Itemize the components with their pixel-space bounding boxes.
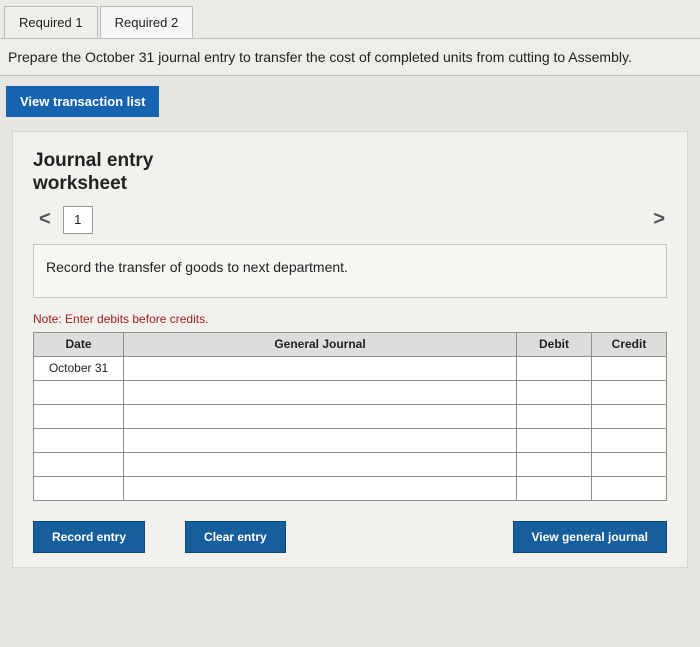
cell-credit[interactable]: [592, 452, 667, 476]
entry-nav: < 1 >: [33, 206, 667, 234]
table-row: [34, 380, 667, 404]
header-date: Date: [34, 332, 124, 356]
instruction-text: Prepare the October 31 journal entry to …: [0, 38, 700, 76]
clear-entry-button[interactable]: Clear entry: [185, 521, 286, 553]
cell-general-journal[interactable]: [124, 380, 517, 404]
cell-debit[interactable]: [517, 428, 592, 452]
cell-date[interactable]: [34, 452, 124, 476]
table-row: [34, 404, 667, 428]
table-header-row: Date General Journal Debit Credit: [34, 332, 667, 356]
cell-date[interactable]: [34, 404, 124, 428]
cell-credit[interactable]: [592, 428, 667, 452]
table-row: [34, 428, 667, 452]
cell-debit[interactable]: [517, 380, 592, 404]
cell-credit[interactable]: [592, 356, 667, 380]
cell-debit[interactable]: [517, 476, 592, 500]
table-row: October 31: [34, 356, 667, 380]
tab-required-1[interactable]: Required 1: [4, 6, 98, 38]
view-general-journal-button[interactable]: View general journal: [513, 521, 667, 553]
tab-bar: Required 1 Required 2: [0, 0, 700, 38]
chevron-left-icon[interactable]: <: [33, 208, 57, 231]
table-row: [34, 476, 667, 500]
cell-general-journal[interactable]: [124, 404, 517, 428]
header-debit: Debit: [517, 332, 592, 356]
worksheet-title: Journal entry worksheet: [33, 150, 667, 196]
table-row: [34, 452, 667, 476]
tab-required-2[interactable]: Required 2: [100, 6, 194, 38]
worksheet-title-line2: worksheet: [33, 173, 127, 194]
cell-credit[interactable]: [592, 380, 667, 404]
record-entry-button[interactable]: Record entry: [33, 521, 145, 553]
entry-description: Record the transfer of goods to next dep…: [33, 244, 667, 298]
worksheet-title-line1: Journal entry: [33, 150, 153, 171]
cell-date[interactable]: [34, 380, 124, 404]
chevron-right-icon[interactable]: >: [647, 208, 671, 231]
cell-general-journal[interactable]: [124, 356, 517, 380]
journal-worksheet-panel: Journal entry worksheet < 1 > Record the…: [12, 131, 688, 568]
view-transaction-list-button[interactable]: View transaction list: [6, 86, 159, 117]
debits-before-credits-note: Note: Enter debits before credits.: [33, 312, 667, 326]
cell-general-journal[interactable]: [124, 452, 517, 476]
journal-table-body: October 31: [34, 356, 667, 500]
cell-date[interactable]: [34, 476, 124, 500]
cell-credit[interactable]: [592, 404, 667, 428]
cell-date[interactable]: October 31: [34, 356, 124, 380]
cell-debit[interactable]: [517, 452, 592, 476]
left-button-group: Record entry Clear entry: [33, 521, 286, 553]
cell-credit[interactable]: [592, 476, 667, 500]
action-button-row: Record entry Clear entry View general jo…: [33, 521, 667, 553]
cell-general-journal[interactable]: [124, 428, 517, 452]
header-general-journal: General Journal: [124, 332, 517, 356]
cell-debit[interactable]: [517, 356, 592, 380]
cell-general-journal[interactable]: [124, 476, 517, 500]
journal-table: Date General Journal Debit Credit Octobe…: [33, 332, 667, 501]
header-credit: Credit: [592, 332, 667, 356]
cell-debit[interactable]: [517, 404, 592, 428]
entry-page-number[interactable]: 1: [63, 206, 93, 234]
cell-date[interactable]: [34, 428, 124, 452]
